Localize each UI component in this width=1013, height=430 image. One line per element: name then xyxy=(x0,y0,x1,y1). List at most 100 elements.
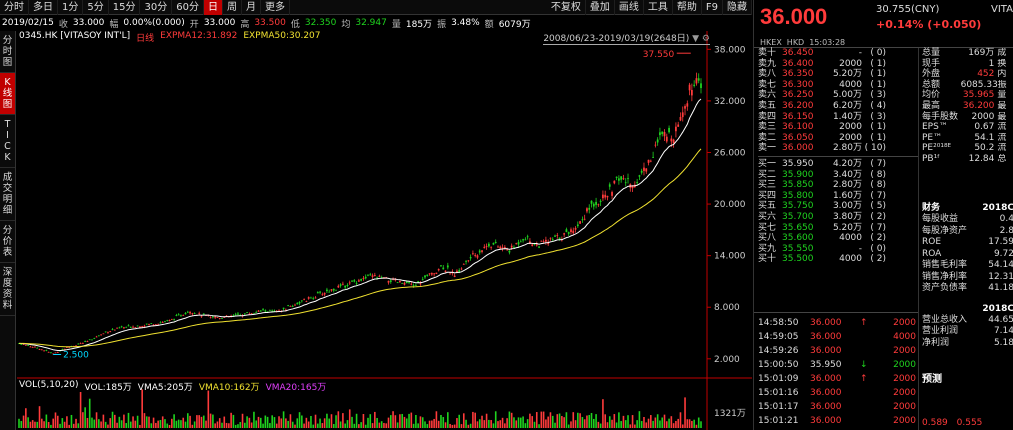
ask-row[interactable]: 卖六 36.250 5.00万 ( 3) xyxy=(758,90,918,101)
candle-body xyxy=(91,339,93,341)
volume-bar xyxy=(104,421,107,428)
bid-row[interactable]: 买七 35.650 5.20万 ( 7) xyxy=(758,223,918,234)
tick-list[interactable]: 14:58:50 36.000 ↑ 2000 14:59:05 36.000 4000 14:… xyxy=(758,316,918,428)
range-dropdown-icon[interactable]: ▼ xyxy=(692,34,699,44)
candle-body xyxy=(287,305,290,306)
volume-bar xyxy=(691,420,693,428)
view-tab[interactable]: 分时图 xyxy=(0,31,15,73)
volume-bar xyxy=(497,421,499,428)
ask-row[interactable]: 卖二 36.050 2000 ( 1) xyxy=(758,133,918,144)
level-volume: 5.20万 xyxy=(832,69,862,80)
legend-ema50: EXPMA50:30.207 xyxy=(243,31,321,41)
volume-bar xyxy=(515,420,518,428)
info-avg-label: 均 xyxy=(341,19,351,30)
finance-year-2: 2018C xyxy=(982,303,1013,314)
view-tab[interactable]: TICK xyxy=(0,115,15,168)
ask-row[interactable]: 卖一 36.000 2.80万( 10) xyxy=(758,143,918,154)
candle-body xyxy=(476,255,479,258)
level-price: 36.000 xyxy=(782,143,814,154)
bid-row[interactable]: 买三 35.850 2.80万 ( 8) xyxy=(758,180,918,191)
bid-row[interactable]: 买六 35.700 3.80万 ( 2) xyxy=(758,212,918,223)
candle-body xyxy=(604,194,607,198)
chart-canvas[interactable]: 38.000 32.000 26.000 20.000 14.000 8.000 2.000… xyxy=(17,31,752,430)
period-tab[interactable]: 月 xyxy=(242,0,261,15)
tool-menu-item[interactable]: 叠加 xyxy=(586,0,615,15)
date-range[interactable]: 2008/06/23-2019/03/19(2648日) ▼ ⚙ xyxy=(543,31,710,45)
volume-bar xyxy=(84,407,86,428)
level-price: 35.800 xyxy=(782,190,814,201)
period-tab[interactable]: 日 xyxy=(203,0,223,15)
level-label: 卖四 xyxy=(758,111,777,122)
view-tab[interactable]: K线图 xyxy=(0,73,15,115)
tick-row[interactable]: 15:01:21 36.000 2000 xyxy=(758,414,918,428)
volume-bar xyxy=(47,421,50,428)
bid-row[interactable]: 买一 35.950 4.20万 ( 7) xyxy=(758,159,918,170)
view-tab[interactable]: 成交明细 xyxy=(0,168,15,221)
tick-row[interactable]: 15:01:16 36.000 2000 xyxy=(758,386,918,400)
bid-row[interactable]: 买十 35.500 4000 ( 2) xyxy=(758,254,918,265)
tool-menu-item[interactable]: 画线 xyxy=(615,0,644,15)
candle-body xyxy=(414,284,417,286)
tick-row[interactable]: 14:59:26 36.000 2000 xyxy=(758,344,918,358)
tool-menu-item[interactable]: 工具 xyxy=(644,0,673,15)
ask-row[interactable]: 卖七 36.300 4000 ( 1) xyxy=(758,80,918,91)
period-tab[interactable]: 更多 xyxy=(261,0,290,15)
volume-bar xyxy=(492,423,495,428)
candle-body xyxy=(282,307,285,309)
volume-bar xyxy=(556,414,559,428)
candle-body xyxy=(77,343,80,345)
period-tab[interactable]: 60分 xyxy=(172,0,204,15)
tool-menu-item[interactable]: 不复权 xyxy=(547,0,586,15)
tick-row[interactable]: 15:01:09 36.000 ↑ 2000 xyxy=(758,372,918,386)
tool-menu-item[interactable]: 帮助 xyxy=(673,0,702,15)
view-tab[interactable]: 分价表 xyxy=(0,221,15,263)
period-tab[interactable]: 1分 xyxy=(58,0,84,15)
period-tab[interactable]: 30分 xyxy=(140,0,173,15)
period-tab[interactable]: 周 xyxy=(223,0,242,15)
bid-row[interactable]: 买九 35.550 -( 0) xyxy=(758,244,918,255)
ask-row[interactable]: 卖五 36.200 6.20万 ( 4) xyxy=(758,101,918,112)
level-volume: 3.80万 xyxy=(832,211,862,222)
ask-row[interactable]: 卖九 36.400 2000 ( 1) xyxy=(758,59,918,70)
tick-row[interactable]: 15:01:17 36.000 2000 xyxy=(758,400,918,414)
tick-row[interactable]: 14:58:50 36.000 ↑ 2000 xyxy=(758,316,918,330)
period-tab[interactable]: 5分 xyxy=(83,0,109,15)
tick-row[interactable]: 15:00:50 35.950 ↓ 2000 xyxy=(758,358,918,372)
ask-row[interactable]: 卖三 36.100 2000 ( 1) xyxy=(758,122,918,133)
candle-body xyxy=(129,326,132,328)
tick-row[interactable]: 14:59:05 36.000 4000 xyxy=(758,330,918,344)
kline-chart[interactable]: 0345.HK [VITASOY INT'L] 日线 EXPMA12:31.89… xyxy=(17,31,752,430)
quote-time: 15:03:28 xyxy=(809,38,846,47)
tool-menu-item[interactable]: 隐藏 xyxy=(723,0,752,15)
level-label: 买七 xyxy=(758,222,777,233)
bid-row[interactable]: 买八 35.600 4000 ( 2) xyxy=(758,233,918,244)
volume-bar xyxy=(66,416,68,428)
period-tab[interactable]: 分时 xyxy=(0,0,29,15)
info-avg: 32.947 xyxy=(355,18,387,28)
candle-body xyxy=(465,261,467,262)
tool-menu-item[interactable]: F9 xyxy=(702,0,723,15)
bid-row[interactable]: 买四 35.800 1.60万 ( 7) xyxy=(758,191,918,202)
ask-row[interactable]: 卖八 36.350 5.20万 ( 1) xyxy=(758,69,918,80)
volume-bar xyxy=(339,421,342,428)
volume-bar xyxy=(444,422,447,428)
volume-bar xyxy=(280,418,283,428)
period-tab[interactable]: 15分 xyxy=(109,0,141,15)
candle-body xyxy=(118,327,121,329)
settings-icon[interactable]: ⚙ xyxy=(702,34,710,44)
candle-body xyxy=(478,250,481,253)
level-volume: - xyxy=(858,48,862,58)
period-tab[interactable]: 多日 xyxy=(29,0,58,15)
ask-row[interactable]: 卖十 36.450 -( 0) xyxy=(758,48,918,59)
stat-label-2: 最 xyxy=(997,100,1007,111)
volume-bar xyxy=(508,411,511,428)
candle-body xyxy=(344,285,347,288)
candle-body xyxy=(556,235,559,237)
bid-row[interactable]: 买二 35.900 3.40万 ( 8) xyxy=(758,170,918,181)
volume-bar xyxy=(52,418,55,428)
ask-row[interactable]: 卖四 36.150 1.40万 ( 3) xyxy=(758,112,918,123)
view-tab[interactable]: 深度资料 xyxy=(0,263,15,316)
bid-row[interactable]: 买五 35.750 3.00万 ( 5) xyxy=(758,201,918,212)
candle-body xyxy=(544,239,547,242)
volume-bar xyxy=(335,415,337,428)
